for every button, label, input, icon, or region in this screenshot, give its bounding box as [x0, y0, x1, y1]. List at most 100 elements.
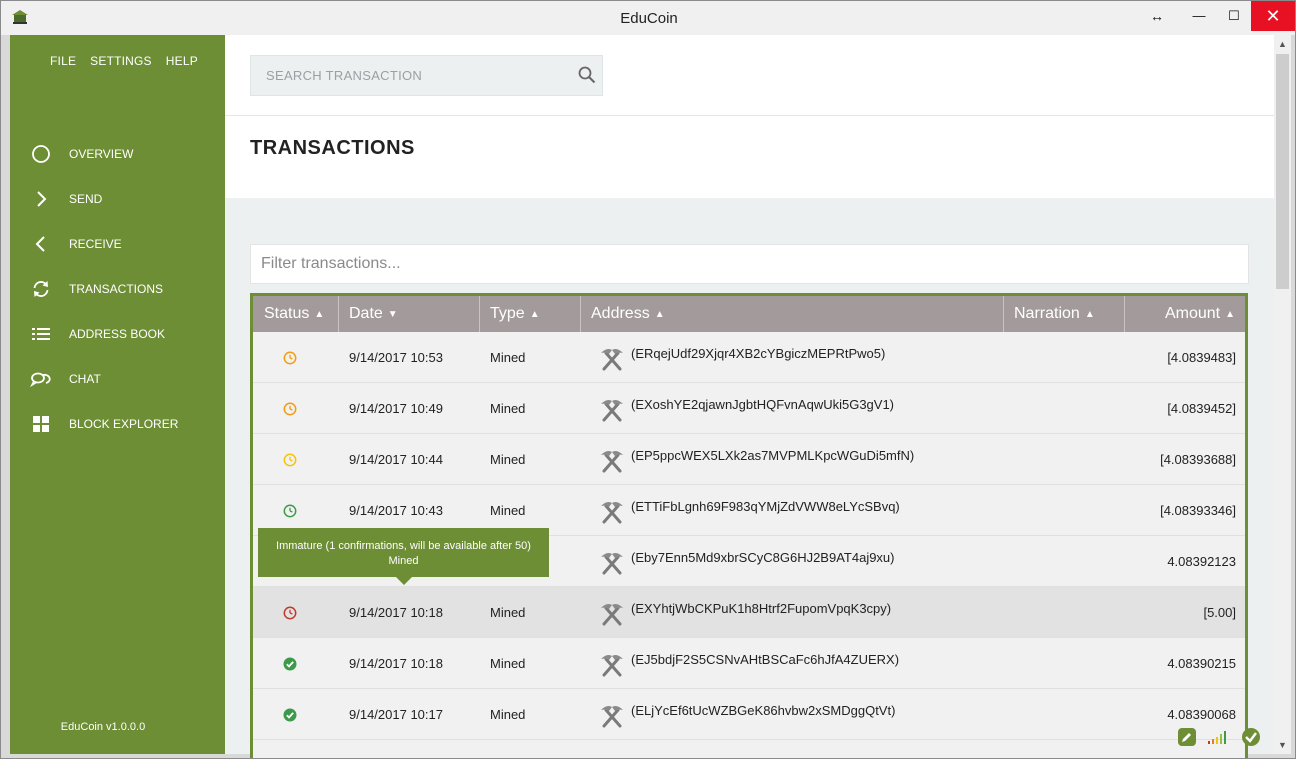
menu-settings[interactable]: SETTINGS: [90, 54, 152, 68]
type-cell: Mined: [490, 605, 526, 620]
sidebar-item-address-book[interactable]: ADDRESS BOOK: [10, 311, 225, 356]
tooltip-line-2: Mined: [388, 555, 419, 567]
sidebar-item-block-explorer[interactable]: BLOCK EXPLORER: [10, 401, 225, 446]
scrollbar-thumb[interactable]: [1276, 54, 1289, 289]
tooltip-line-1: Immature (1 confirmations, will be avail…: [276, 540, 531, 552]
type-cell: Mined: [490, 452, 526, 467]
column-header-address[interactable]: Address ▲: [581, 296, 1004, 332]
sidebar-item-chat[interactable]: CHAT: [10, 356, 225, 401]
menu-file[interactable]: FILE: [50, 54, 76, 68]
column-header-type[interactable]: Type ▲: [480, 296, 581, 332]
main-content: TRANSACTIONS Status ▲ Date ▼ Type ▲ Address…: [225, 35, 1274, 758]
amount-cell: [4.0839452]: [1167, 401, 1236, 416]
table-row[interactable]: 9/14/2017 10:17 Mined (ELjYcEf6tUcWZBGeK…: [253, 689, 1245, 740]
column-header-status[interactable]: Status ▲: [253, 296, 339, 332]
address-cell: (ETTiFbLgnh69F983qYMjZdVWW8eLYcSBvq): [598, 485, 998, 536]
amount-cell: [4.0839483]: [1167, 350, 1236, 365]
maximize-button[interactable]: ☐: [1222, 5, 1246, 29]
sort-icon: ▲: [1225, 308, 1235, 320]
filter-input[interactable]: [251, 245, 1248, 283]
sidebar-item-label: RECEIVE: [69, 236, 122, 251]
amount-cell: 4.08392123: [1167, 554, 1236, 569]
address-text: (ETTiFbLgnh69F983qYMjZdVWW8eLYcSBvq): [631, 499, 900, 514]
chevron-left-icon: [30, 233, 52, 255]
address-text: (EXoshYE2qjawnJgbtHQFvnAqwUki5G3gV1): [631, 397, 895, 412]
window-title: EduCoin: [620, 10, 678, 27]
type-cell: Mined: [490, 350, 526, 365]
sort-icon: ▲: [1084, 308, 1095, 320]
filter-box: [250, 244, 1249, 284]
column-header-amount[interactable]: Amount ▲: [1125, 296, 1245, 332]
table-row[interactable]: 9/14/2017 10:53 Mined (ERqejUdf29Xjqr4XB…: [253, 332, 1245, 383]
clock-icon: [283, 402, 297, 415]
address-cell: (EXoshYE2qjawnJgbtHQFvnAqwUki5G3gV1): [598, 383, 998, 434]
resize-icon[interactable]: ↔: [1146, 5, 1168, 29]
sidebar-item-label: ADDRESS BOOK: [69, 326, 166, 341]
chat-icon: [30, 368, 52, 390]
sidebar-item-receive[interactable]: RECEIVE: [10, 221, 225, 266]
table-row[interactable]: 9/14/2017 10:18 Mined (EJ5bdjF2S5CSNvAHt…: [253, 638, 1245, 689]
column-label: Date: [349, 305, 383, 322]
app-window: EduCoin ↔ — ☐ ✕ FILE SETTINGS HELP OVERV…: [0, 0, 1296, 759]
sort-desc-icon: ▼: [387, 308, 398, 320]
search-input[interactable]: [251, 56, 551, 95]
table-row[interactable]: [253, 740, 1245, 758]
mining-icon: [601, 705, 623, 727]
date-cell: 9/14/2017 10:17: [349, 707, 443, 722]
vertical-scrollbar[interactable]: ▲ ▼: [1274, 35, 1291, 754]
status-cell: [281, 638, 299, 689]
column-label: Type: [490, 305, 525, 322]
title-bar[interactable]: EduCoin ↔ — ☐ ✕: [1, 1, 1295, 35]
address-cell: (EP5ppcWEX5LXk2as7MVPMLKpcWGuDi5mfN): [598, 434, 998, 485]
address-cell: (ERqejUdf29Xjqr4XB2cYBgiczMEPRtPwo5): [598, 332, 998, 383]
table-row[interactable]: 9/14/2017 10:18 Mined (EXYhtjWbCKPuK1h8H…: [253, 587, 1245, 638]
mining-icon: [601, 654, 623, 676]
mining-icon: [601, 501, 623, 523]
date-cell: 9/14/2017 10:18: [349, 656, 443, 671]
date-cell: 9/14/2017 10:49: [349, 401, 443, 416]
scroll-up-icon[interactable]: ▲: [1274, 39, 1291, 49]
sidebar-item-label: SEND: [69, 191, 103, 206]
scroll-down-icon[interactable]: ▼: [1274, 740, 1291, 750]
synced-check-icon: [1242, 728, 1260, 746]
page-header: TRANSACTIONS: [225, 35, 1274, 198]
type-cell: Mined: [490, 401, 526, 416]
grid-icon: [30, 413, 52, 435]
column-header-narration[interactable]: Narration ▲: [1004, 296, 1125, 332]
sort-icon: ▲: [654, 308, 665, 320]
sort-icon: ▲: [529, 308, 540, 320]
app-version: EduCoin v1.0.0.0: [60, 721, 146, 733]
amount-cell: [4.08393688]: [1160, 452, 1236, 467]
address-text: (ELjYcEf6tUcWZBGeK86hvbw2xSMDggQtVt): [631, 703, 896, 718]
sidebar-item-send[interactable]: SEND: [10, 176, 225, 221]
sidebar-item-overview[interactable]: OVERVIEW: [10, 131, 225, 176]
encryption-edit-icon[interactable]: [1177, 727, 1197, 747]
page-title: TRANSACTIONS: [250, 137, 415, 159]
sidebar: FILE SETTINGS HELP OVERVIEW SEND RECEIVE…: [10, 35, 225, 754]
close-button[interactable]: ✕: [1251, 1, 1295, 31]
sidebar-item-transactions[interactable]: TRANSACTIONS: [10, 266, 225, 311]
search-icon[interactable]: [578, 66, 596, 84]
address-text: (EXYhtjWbCKPuK1h8Htrf2FupomVpqK3cpy): [631, 601, 892, 616]
address-cell: (EJ5bdjF2S5CSNvAHtBSCaFc6hJfA4ZUERX): [598, 638, 998, 689]
amount-cell: [5.00]: [1203, 605, 1236, 620]
clock-icon: [283, 453, 297, 466]
check-icon: [283, 657, 297, 670]
date-cell: 9/14/2017 10:44: [349, 452, 443, 467]
minimize-button[interactable]: —: [1184, 5, 1214, 29]
status-cell: [281, 587, 299, 638]
chevron-right-icon: [30, 188, 52, 210]
address-text: (ERqejUdf29Xjqr4XB2cYBgiczMEPRtPwo5): [631, 346, 886, 361]
menu-help[interactable]: HELP: [166, 54, 198, 68]
sidebar-item-label: OVERVIEW: [69, 146, 134, 161]
mining-icon: [601, 348, 623, 370]
list-icon: [30, 323, 52, 345]
table-row[interactable]: 9/14/2017 10:44 Mined (EP5ppcWEX5LXk2as7…: [253, 434, 1245, 485]
column-header-date[interactable]: Date ▼: [339, 296, 480, 332]
column-label: Amount: [1164, 305, 1221, 322]
mining-icon: [601, 552, 623, 574]
status-tooltip: Immature (1 confirmations, will be avail…: [258, 528, 549, 585]
search-box: [250, 55, 603, 96]
table-row[interactable]: 9/14/2017 10:49 Mined (EXoshYE2qjawnJgbt…: [253, 383, 1245, 434]
column-label: Address: [591, 305, 650, 322]
